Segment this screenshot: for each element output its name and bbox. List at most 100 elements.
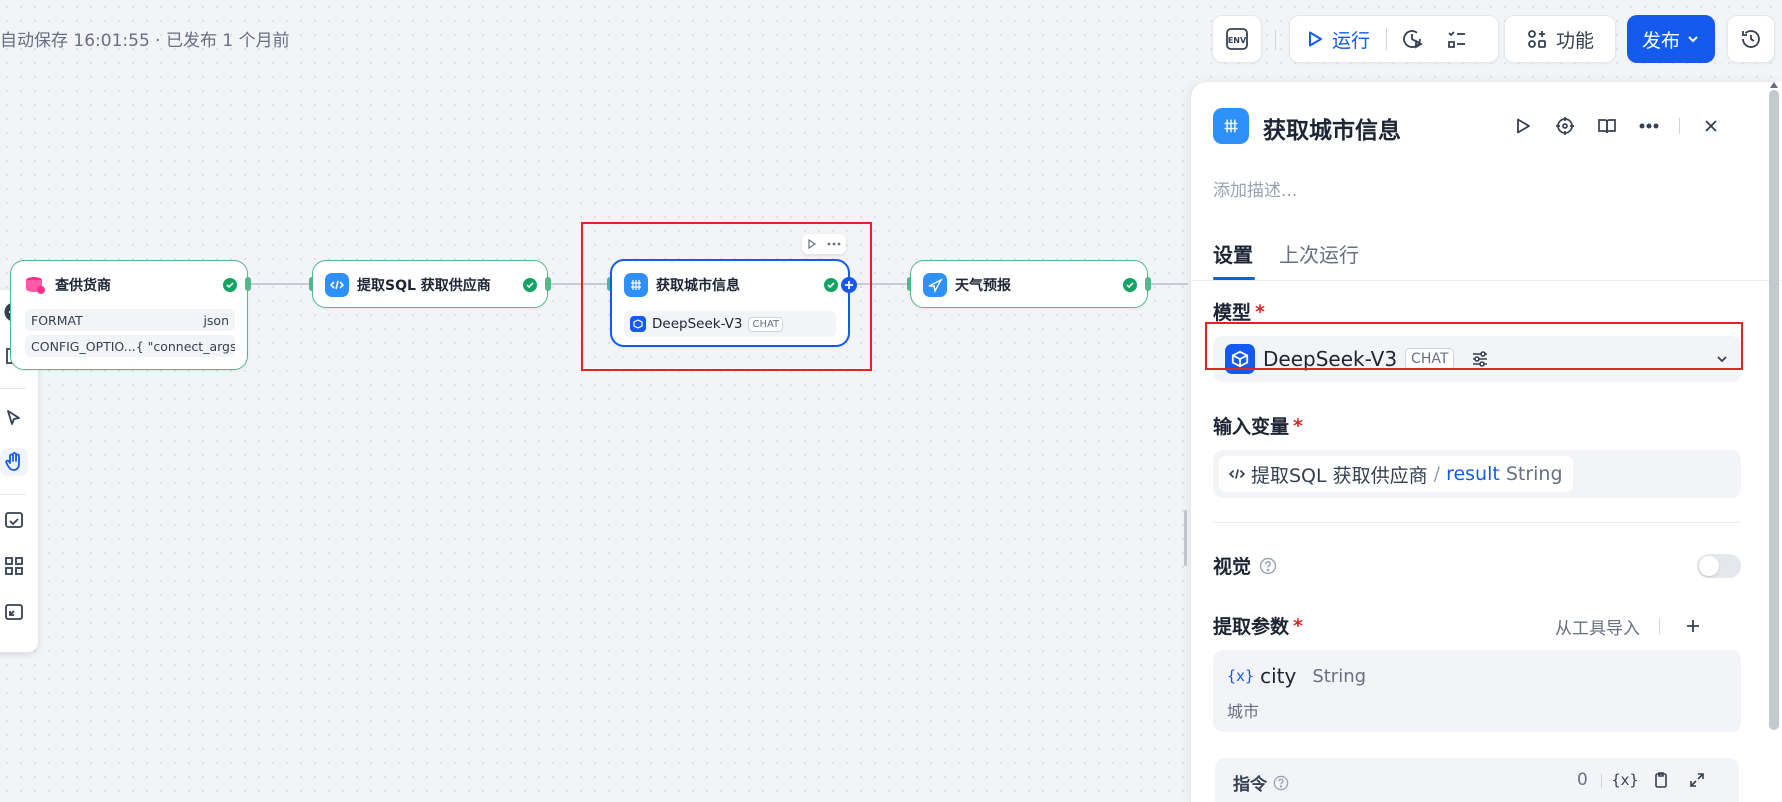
- run-history-button[interactable]: [1387, 16, 1437, 62]
- node-query-supplier[interactable]: 查供货商 FORMAT json CONFIG_OPTIO... { "conn…: [10, 260, 248, 370]
- grid-icon: [5, 557, 23, 575]
- toolbar-divider: [0, 494, 26, 495]
- scroll-up-arrow[interactable]: [1769, 82, 1779, 90]
- node-get-city-info[interactable]: 获取城市信息 DeepSeek-V3 CHAT: [610, 259, 850, 347]
- variable-icon: {x}: [1227, 667, 1255, 685]
- action-divider: [1659, 618, 1660, 634]
- parameter-type: String: [1312, 665, 1367, 687]
- success-check-icon: [223, 278, 237, 292]
- toggle-knob: [1699, 556, 1719, 576]
- export-image-button[interactable]: [0, 506, 28, 534]
- vision-toggle[interactable]: [1697, 554, 1741, 578]
- features-button[interactable]: 功能: [1504, 15, 1616, 63]
- help-icon[interactable]: [1273, 775, 1289, 791]
- history-icon: [1742, 30, 1760, 48]
- help-docs-button[interactable]: [1593, 112, 1621, 140]
- copy-button[interactable]: [1647, 766, 1675, 794]
- description-input[interactable]: 添加描述...: [1213, 176, 1297, 201]
- parameter-header: {x} city String: [1227, 664, 1366, 688]
- organize-nodes-button[interactable]: [0, 552, 28, 580]
- hand-icon: [5, 452, 20, 471]
- node-model-row: DeepSeek-V3 CHAT: [624, 311, 836, 337]
- param-key: CONFIG_OPTIO...: [31, 338, 136, 354]
- tab-last-run[interactable]: 上次运行: [1279, 239, 1359, 268]
- run-node-icon[interactable]: [807, 239, 817, 249]
- more-options-button[interactable]: [1635, 112, 1663, 140]
- success-check-icon: [824, 278, 838, 292]
- expand-button[interactable]: [1683, 766, 1711, 794]
- locate-node-button[interactable]: [1551, 112, 1579, 140]
- node-output-port[interactable]: [245, 277, 251, 291]
- success-check-icon: [1123, 278, 1137, 292]
- close-panel-button[interactable]: [1697, 112, 1725, 140]
- run-label: 运行: [1332, 29, 1371, 52]
- run-step-button[interactable]: [1509, 112, 1537, 140]
- node-title: 天气预报: [955, 278, 1011, 294]
- help-icon[interactable]: [1259, 557, 1277, 575]
- minimap-icon: [5, 604, 23, 620]
- panel-title: 获取城市信息: [1263, 118, 1401, 144]
- checklist-button[interactable]: [1437, 16, 1477, 62]
- parameter-name: city: [1260, 664, 1297, 688]
- autosave-status: 自动保存 16:01:55 · 已发布 1 个月前: [0, 31, 290, 51]
- svg-text:ENV: ENV: [1228, 36, 1247, 45]
- tab-settings[interactable]: 设置: [1213, 239, 1253, 268]
- node-weather-forecast[interactable]: 天气预报: [910, 260, 1148, 308]
- publish-button[interactable]: 发布: [1627, 15, 1715, 63]
- close-icon: [1705, 120, 1717, 132]
- variable-icon: {x}: [1611, 771, 1639, 789]
- play-icon: [1309, 31, 1322, 47]
- parameter-description: 城市: [1227, 702, 1260, 721]
- book-icon: [1598, 119, 1616, 134]
- play-icon: [1517, 118, 1530, 134]
- import-from-tool-button[interactable]: 从工具导入: [1555, 614, 1640, 639]
- panel-resize-handle[interactable]: [1184, 510, 1187, 566]
- minimap-button[interactable]: [0, 598, 28, 626]
- node-output-port[interactable]: [1145, 277, 1151, 291]
- node-title: 提取SQL 获取供应商: [357, 278, 491, 294]
- image-export-icon: [5, 512, 23, 528]
- instruction-char-count: 0: [1577, 770, 1588, 790]
- env-button[interactable]: ENV: [1212, 15, 1262, 63]
- instruction-label-text: 指令: [1233, 775, 1267, 795]
- variable-name: result: [1446, 463, 1500, 485]
- add-parameter-button[interactable]: [1679, 612, 1707, 640]
- extract-params-label: 提取参数 *: [1213, 612, 1303, 639]
- workflow-edge: [1148, 283, 1188, 285]
- node-output-port[interactable]: [545, 277, 551, 291]
- input-variable-label-text: 输入变量: [1213, 416, 1290, 438]
- clipboard-icon: [1655, 772, 1667, 788]
- plus-icon: [845, 281, 853, 289]
- node-extract-sql[interactable]: 提取SQL 获取供应商: [312, 260, 548, 308]
- section-divider: [1213, 522, 1740, 523]
- instruction-section: 指令 0 {x}: [1215, 758, 1739, 802]
- hand-mode-button[interactable]: [0, 448, 28, 476]
- required-mark: *: [1293, 614, 1303, 637]
- panel-scrollbar[interactable]: [1769, 90, 1779, 730]
- tab-divider: [1191, 280, 1782, 281]
- version-history-button[interactable]: [1727, 15, 1775, 63]
- features-icon: [1528, 30, 1546, 48]
- add-next-node-button[interactable]: [841, 277, 857, 293]
- variable-separator: /: [1433, 463, 1441, 485]
- node-param-row: CONFIG_OPTIO... { "connect_args...: [25, 335, 235, 357]
- workflow-edge: [248, 283, 312, 285]
- node-title: 查供货商: [55, 278, 111, 294]
- pointer-mode-button[interactable]: [0, 404, 28, 432]
- toolbar-divider: [1275, 30, 1276, 50]
- insert-variable-button[interactable]: {x}: [1611, 766, 1639, 794]
- action-divider: [1601, 774, 1602, 788]
- input-variable-label: 输入变量 *: [1213, 412, 1303, 439]
- model-label-text: 模型: [1213, 302, 1252, 324]
- variable-chip[interactable]: 提取SQL 获取供应商 / result String: [1219, 456, 1573, 492]
- code-icon: [1229, 469, 1245, 479]
- run-button[interactable]: 运行: [1290, 16, 1386, 62]
- input-variable-field[interactable]: 提取SQL 获取供应商 / result String: [1213, 450, 1741, 498]
- more-icon[interactable]: [827, 242, 841, 246]
- expand-icon: [1690, 773, 1704, 787]
- database-icon: [23, 273, 47, 297]
- variable-type: String: [1505, 463, 1563, 485]
- parameter-item[interactable]: {x} city String 城市: [1213, 650, 1741, 732]
- model-provider-icon: [630, 316, 646, 332]
- env-icon: ENV: [1213, 16, 1261, 62]
